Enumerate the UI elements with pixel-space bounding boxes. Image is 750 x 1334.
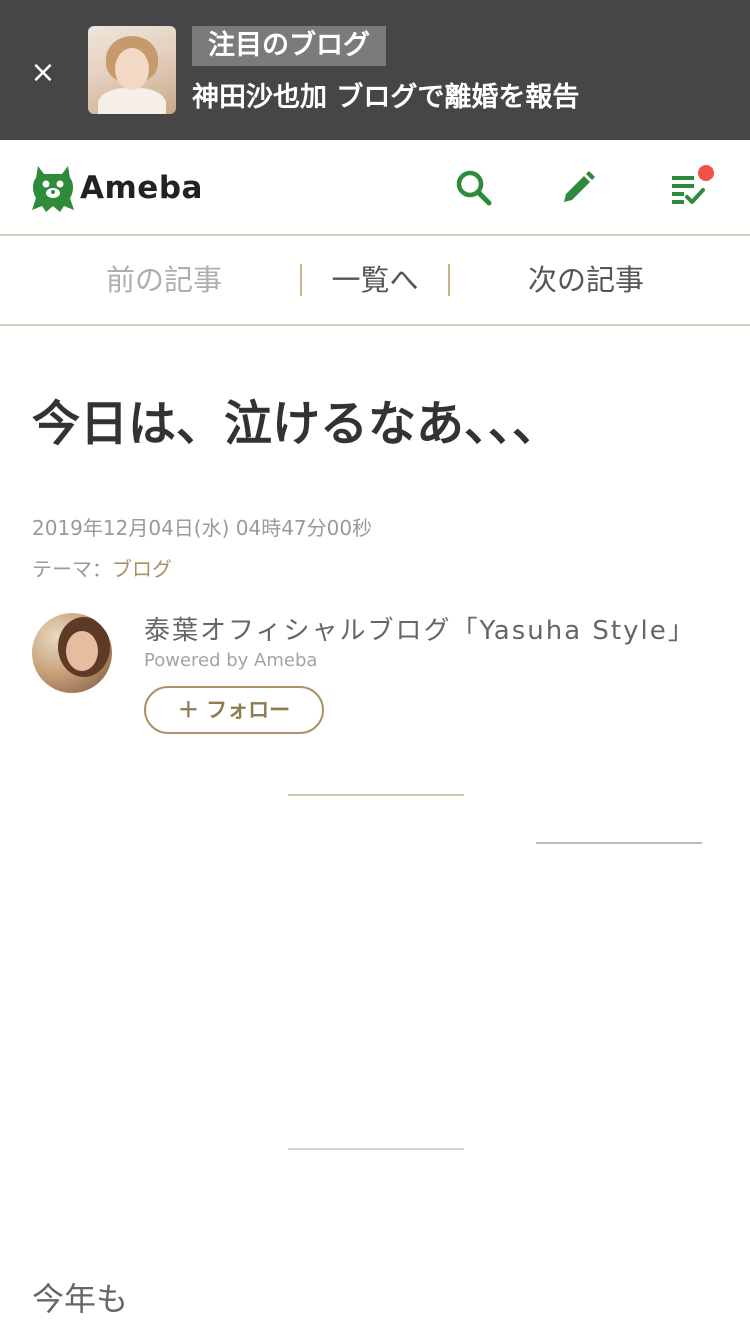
featured-tag: 注目のブログ (192, 26, 386, 66)
theme-label: テーマ： (32, 557, 112, 581)
avatar-face (66, 631, 98, 671)
article-list-link[interactable]: 一覧へ (302, 236, 448, 324)
article-body-text: 今年も (32, 1280, 129, 1318)
divider-line (288, 794, 464, 796)
theme-link[interactable]: ブログ (112, 557, 172, 581)
prev-article-link[interactable]: 前の記事 (48, 236, 280, 324)
featured-blog-banner[interactable]: × 注目のブログ 神田沙也加 ブログで離婚を報告 (0, 0, 750, 140)
banner-headline[interactable]: 神田沙也加 ブログで離婚を報告 (192, 78, 579, 118)
ameba-logo-icon (32, 166, 74, 212)
avatar[interactable] (32, 613, 112, 693)
nav-divider (448, 264, 450, 296)
divider-line (536, 842, 702, 844)
article-title: 今日は、泣けるなあ、、、 (32, 396, 561, 452)
article-date: 2019年12月04日(水) 04時47分00秒 (32, 516, 373, 540)
ameba-logo-text: Ameba (80, 170, 203, 206)
divider-line (288, 1148, 464, 1150)
follow-button[interactable]: ＋ フォロー (144, 686, 324, 734)
search-icon[interactable] (452, 166, 496, 210)
powered-by-text: Powered by Ameba (144, 650, 318, 671)
thumbnail-figure-face (115, 48, 149, 90)
article-navigation: 前の記事 一覧へ 次の記事 (0, 236, 750, 326)
thumbnail-figure-body (98, 88, 166, 114)
site-header: Ameba (0, 140, 750, 236)
edit-icon[interactable] (556, 166, 600, 210)
next-article-link[interactable]: 次の記事 (470, 236, 702, 324)
article-theme: テーマ：ブログ (32, 553, 172, 582)
banner-thumbnail[interactable] (88, 26, 176, 114)
close-icon[interactable]: × (24, 54, 62, 92)
notification-dot (698, 165, 714, 181)
ameba-logo[interactable]: Ameba (30, 160, 203, 216)
blog-name-link[interactable]: 泰葉オフィシャルブログ「Yasuha Style」 (144, 610, 696, 647)
